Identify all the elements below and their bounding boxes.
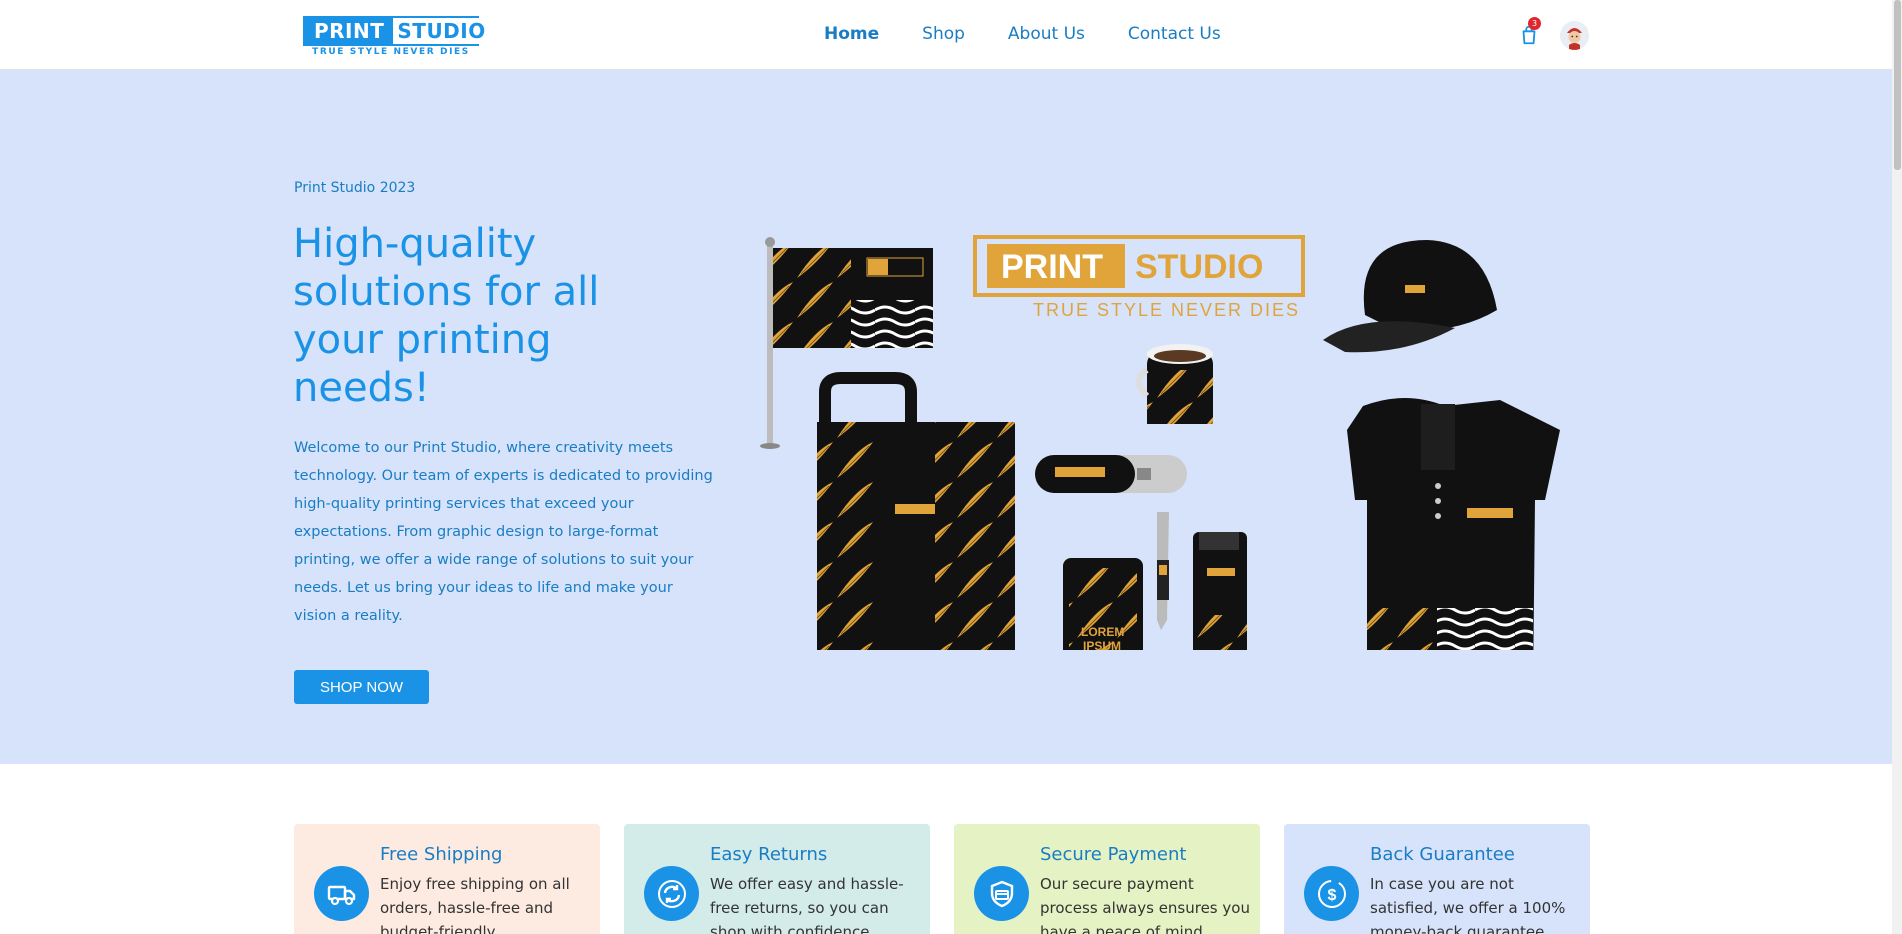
nav-home[interactable]: Home <box>824 24 879 44</box>
branded-merchandise-illustration: PRINT STUDIO TRUE STYLE NEVER DIES LOREM… <box>760 235 1560 650</box>
feature-card-easy-returns: Easy Returns We offer easy and hassle-fr… <box>624 824 930 934</box>
user-avatar[interactable] <box>1560 21 1589 50</box>
print-studio-logo-graphic: PRINT STUDIO TRUE STYLE NEVER DIES <box>973 235 1305 320</box>
hero-title: High-quality solutions for all your prin… <box>293 221 600 411</box>
page-scrollbar-thumb[interactable] <box>1894 0 1901 170</box>
features-row: Free Shipping Enjoy free shipping on all… <box>294 824 1590 934</box>
brand-logo[interactable]: PRINT STUDIO TRUE STYLE NEVER DIES <box>303 16 490 58</box>
cart-count-badge: 3 <box>1528 17 1541 30</box>
mug-icon <box>1136 344 1213 424</box>
main-nav: Home Shop About Us Contact Us <box>824 24 1264 44</box>
art-logo-print: PRINT <box>1001 248 1103 286</box>
shop-now-button[interactable]: SHOP NOW <box>294 670 429 704</box>
feature-title: Free Shipping <box>380 844 503 865</box>
polo-shirt-icon <box>1347 398 1560 650</box>
phone-screen-text-1: LOREM <box>1081 625 1124 639</box>
lighter-icon <box>1193 532 1247 650</box>
hero-section: Print Studio 2023 High-quality solutions… <box>0 70 1892 764</box>
hero-description: Welcome to our Print Studio, where creat… <box>294 440 713 624</box>
returns-icon <box>644 866 699 921</box>
feature-card-back-guarantee: $ Back Guarantee In case you are not sat… <box>1284 824 1590 934</box>
art-logo-studio: STUDIO <box>1135 248 1263 286</box>
feature-text: Our secure payment process always ensure… <box>1040 875 1250 934</box>
phone-screen-text-2: IPSUM <box>1083 639 1121 650</box>
money-back-icon: $ <box>1304 866 1359 921</box>
feature-text: Enjoy free shipping on all orders, hassl… <box>380 875 570 934</box>
cap-icon <box>1323 240 1497 353</box>
shopping-bag-icon <box>817 372 1015 650</box>
nav-shop[interactable]: Shop <box>922 24 965 44</box>
logo-tagline: TRUE STYLE NEVER DIES <box>312 47 470 57</box>
logo-print-text: PRINT <box>305 18 394 44</box>
feature-text: In case you are not satisfied, we offer … <box>1370 875 1566 934</box>
feature-card-secure-payment: Secure Payment Our secure payment proces… <box>954 824 1260 934</box>
logo-studio-text: STUDIO <box>393 18 490 44</box>
nav-about-us[interactable]: About Us <box>1008 24 1085 44</box>
pen-icon <box>1157 512 1169 630</box>
phone-icon: LOREM IPSUM <box>1063 558 1143 650</box>
logo-wordmark: PRINT STUDIO <box>303 16 490 46</box>
art-logo-tagline: TRUE STYLE NEVER DIES <box>1033 300 1300 320</box>
svg-text:$: $ <box>1327 887 1336 904</box>
truck-icon <box>314 866 369 921</box>
feature-text: We offer easy and hassle-free returns, s… <box>710 875 904 934</box>
hero-eyebrow: Print Studio 2023 <box>294 180 416 196</box>
nav-contact-us[interactable]: Contact Us <box>1128 24 1221 44</box>
feature-title: Secure Payment <box>1040 844 1187 865</box>
feature-title: Easy Returns <box>710 844 828 865</box>
site-header: PRINT STUDIO TRUE STYLE NEVER DIES Home … <box>0 0 1892 70</box>
feature-title: Back Guarantee <box>1370 844 1515 865</box>
feature-card-free-shipping: Free Shipping Enjoy free shipping on all… <box>294 824 600 934</box>
usb-drive-icon <box>1035 455 1187 493</box>
secure-payment-icon <box>974 866 1029 921</box>
